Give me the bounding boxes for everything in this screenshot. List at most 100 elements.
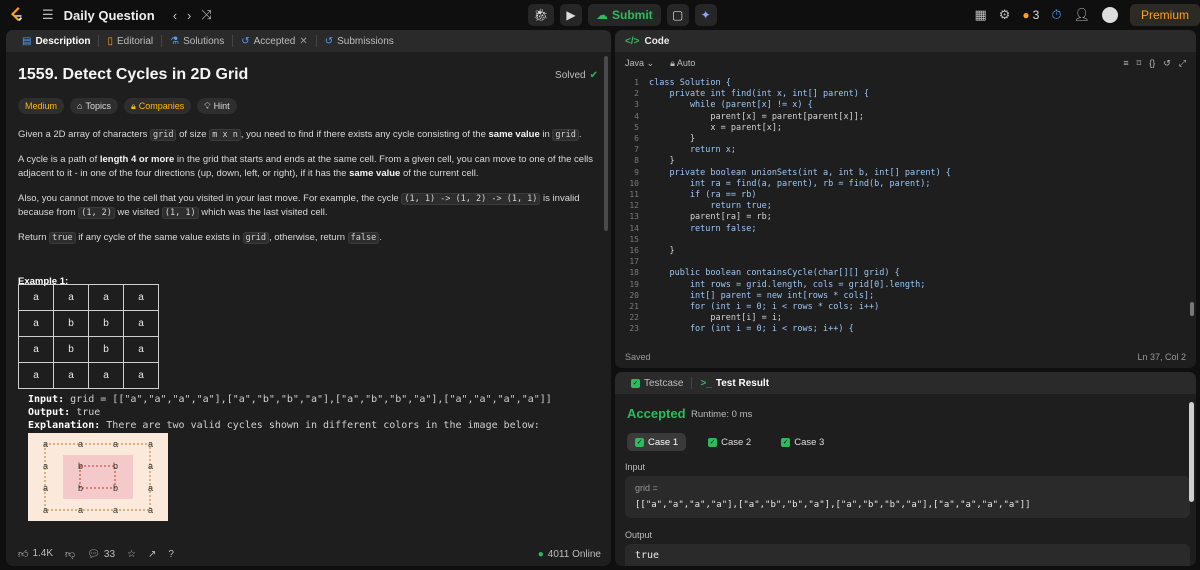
avatar[interactable] <box>1102 7 1118 23</box>
companies-chip[interactable]: 🔒︎ Companies <box>123 98 192 114</box>
check-icon: ✓ <box>708 437 718 447</box>
history-icon: ↺ <box>241 35 250 47</box>
line-number: 6 <box>634 134 639 143</box>
left-scrollbar[interactable] <box>604 56 608 231</box>
premium-button[interactable]: Premium <box>1130 4 1200 26</box>
history-icon: ↺ <box>324 35 334 47</box>
autosave-toggle[interactable]: 🔒︎ Auto <box>670 58 695 69</box>
cursor-position: Ln 37, Col 2 <box>1137 352 1186 362</box>
test-scrollbar[interactable] <box>1189 402 1194 502</box>
checkbox-icon: ✓ <box>631 378 640 388</box>
bookmark-icon[interactable]: ⌑ <box>1137 58 1142 69</box>
close-icon[interactable]: ✕ <box>299 36 307 47</box>
page-title[interactable]: 1559. Detect Cycles in 2D Grid <box>18 66 598 84</box>
prev-problem-icon[interactable]: ‹ <box>173 8 177 23</box>
code-scrollbar[interactable] <box>1190 302 1194 316</box>
case-tab-2[interactable]: ✓ Case 2 <box>700 433 759 451</box>
submit-button[interactable]: ☁ Submit <box>588 4 661 26</box>
problem-list-title[interactable]: Daily Question <box>64 8 155 23</box>
grid-row: aaaa <box>18 284 159 311</box>
code-line: if (ra == rb) <box>649 190 757 200</box>
grid-row: aaaa <box>18 362 159 389</box>
like-button[interactable]: 👍︎ 1.4K <box>18 548 53 560</box>
tab-submissions[interactable]: ↺ Submissions <box>317 30 402 52</box>
next-problem-icon[interactable]: › <box>187 8 191 23</box>
problem-footer: 👍︎ 1.4K 👎︎ 💬︎ 33 ☆ ↗ ? ● 4011 Online <box>6 542 611 566</box>
illustration-cell: a <box>147 439 153 449</box>
case-tab-1[interactable]: ✓ Case 1 <box>627 433 687 451</box>
verdict: Accepted <box>627 406 686 421</box>
output-box: true <box>625 544 1190 566</box>
check-circle-icon: ✔ <box>589 70 598 81</box>
topics-chip[interactable]: ⌂ Topics <box>70 98 118 114</box>
tab-test-result[interactable]: >_ Test Result <box>692 372 777 394</box>
case-tab-3[interactable]: ✓ Case 3 <box>773 433 832 451</box>
input-value: [["a","a","a","a"],["a","b","b","a"],["a… <box>635 500 1031 510</box>
share-icon[interactable]: ↗ <box>148 549 156 560</box>
illustration-cell: b <box>112 483 118 493</box>
cycles-illustration: a a a a a b b a a b b a a a a a <box>28 433 168 521</box>
shuffle-icon[interactable]: ⤨ <box>201 7 211 23</box>
star-icon[interactable]: ☆ <box>127 549 136 560</box>
settings-gear-icon[interactable]: ⚙ <box>999 7 1011 23</box>
language-select[interactable]: Java ⌄ <box>625 58 654 69</box>
line-number: 20 <box>629 290 639 300</box>
code-panel: </> Code Java ⌄ 🔒︎ Auto ≡ ⌑ {} ↺ ⤢ 1 class Sol… <box>615 30 1196 368</box>
illustration-cell: a <box>77 505 83 515</box>
line-number: 15 <box>629 234 639 244</box>
streak-counter[interactable]: ● 3 <box>1022 8 1039 22</box>
braces-icon[interactable]: {} <box>1149 58 1155 69</box>
line-number: 14 <box>629 223 639 233</box>
layout-grid-icon[interactable]: ▦ <box>974 7 986 23</box>
input-label: Input <box>625 462 646 472</box>
example-io-block: Input: grid = [["a","a","a","a"],["a","b… <box>28 394 552 431</box>
expand-icon[interactable]: ⤢ <box>1179 58 1186 69</box>
line-number: 2 <box>634 89 639 99</box>
terminal-icon: >_ <box>700 377 712 389</box>
output-label: Output <box>625 530 653 540</box>
format-icon[interactable]: ≡ <box>1123 58 1128 69</box>
code-line: x = parent[x]; <box>649 122 783 133</box>
code-header: </> Code <box>615 30 1196 52</box>
tab-solutions[interactable]: ⚗ Solutions <box>162 30 232 52</box>
timer-icon[interactable]: ⏱ <box>1051 7 1061 23</box>
code-line: while (parent[x] != x) { <box>649 100 813 111</box>
illustration-cell: a <box>147 505 153 515</box>
tab-accepted[interactable]: ↺ Accepted ✕ <box>233 30 315 52</box>
tab-editorial[interactable]: ▯ Editorial <box>99 30 161 52</box>
flask-icon: ⚗ <box>170 35 180 47</box>
add-user-icon[interactable]: 👤︎ <box>1073 7 1090 23</box>
ai-sparkle-button[interactable]: ✦ <box>694 4 717 26</box>
example-grid-image: aaaa abba abba aaaa <box>18 284 159 389</box>
debug-button[interactable]: 🐞︎ <box>528 4 554 26</box>
var-name: grid = <box>635 483 658 493</box>
code-line: class Solution { <box>649 78 731 88</box>
tab-testcase[interactable]: ✓ Testcase <box>623 372 691 394</box>
line-number: 21 <box>629 302 639 311</box>
solved-status: Solved ✔ <box>555 70 598 81</box>
line-number: 13 <box>629 212 639 222</box>
tab-description[interactable]: ▤ Description <box>14 30 98 52</box>
input-box: grid = [["a","a","a","a"],["a","b","b","… <box>625 476 1190 518</box>
code-icon: </> <box>625 35 640 47</box>
notes-button[interactable]: ▢ <box>666 4 689 26</box>
illustration-cell: b <box>77 483 83 493</box>
line-number: 18 <box>629 268 639 278</box>
comment-icon: 💬︎ <box>87 548 100 560</box>
problem-list-icon[interactable]: ☰ <box>42 7 54 23</box>
description-tabs: ▤ Description ▯ Editorial ⚗ Solutions ↺ Acce… <box>6 30 611 52</box>
hint-chip[interactable]: 💡︎ Hint <box>197 98 237 114</box>
run-button[interactable]: ▶ <box>560 4 582 26</box>
help-icon[interactable]: ? <box>168 549 174 560</box>
line-number: 16 <box>629 246 639 255</box>
line-number: 9 <box>634 167 639 177</box>
leetcode-logo[interactable] <box>8 6 26 24</box>
illustration-cell: b <box>112 461 118 471</box>
grid-row: abba <box>18 310 159 337</box>
reset-icon[interactable]: ↺ <box>1163 58 1171 69</box>
thumbs-down-icon[interactable]: 👎︎ <box>65 548 75 560</box>
line-number: 4 <box>634 111 639 121</box>
difficulty-badge: Medium <box>18 98 65 114</box>
comments-button[interactable]: 💬︎ 33 <box>87 549 115 560</box>
online-count: ● 4011 Online <box>537 548 601 560</box>
